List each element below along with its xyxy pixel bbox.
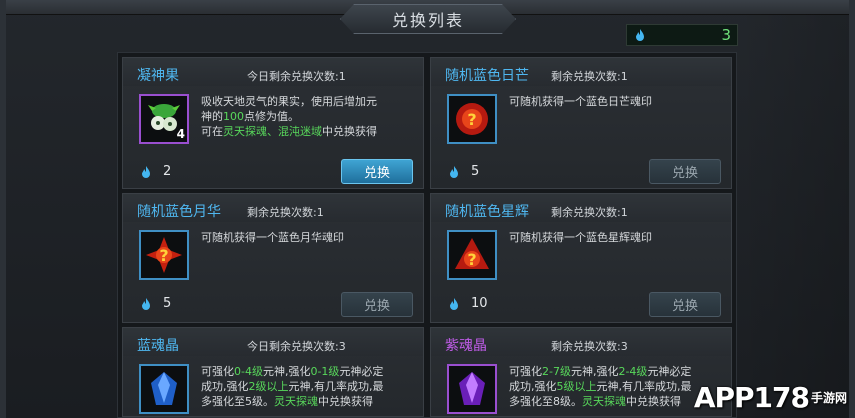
- cost: 10: [447, 296, 488, 311]
- desc-highlight: 0-1级: [310, 365, 340, 378]
- desc-highlight: 灵天探魂: [582, 395, 626, 408]
- desc-text: 可随机获得一个蓝色月华魂印: [201, 231, 344, 244]
- desc-text: 元神,有几率成功,最: [288, 380, 384, 393]
- item-name: 随机蓝色星辉: [445, 204, 529, 220]
- svg-text:?: ?: [467, 250, 476, 269]
- item-name: 蓝魂晶: [137, 338, 179, 354]
- blue-flame-icon: [450, 297, 458, 310]
- desc-text: 成功,强化: [201, 380, 249, 393]
- cost-value: 2: [163, 164, 172, 179]
- red-mystery-star-icon: ?: [146, 237, 182, 273]
- exchange-card: 紫魂晶 剩余兑换次数:3 可强化2-7级元神,强化2-4级元神必定 成功,强化5…: [430, 327, 732, 417]
- exchange-card: 随机蓝色日芒 剩余兑换次数:1 ? 可随机获得一个蓝色日芒魂印 5 兑换: [430, 57, 732, 189]
- window-title: 兑换列表: [391, 11, 464, 30]
- item-description: 可随机获得一个蓝色日芒魂印: [509, 94, 727, 109]
- exchange-card: 凝神果 今日剩余兑换次数:1 4 吸收天地灵气的果实，使用后增加元 神的100点…: [122, 57, 424, 189]
- exchange-card: 随机蓝色星辉 剩余兑换次数:1 ? 可随机获得一个蓝色星辉魂印 10 兑换: [430, 193, 732, 323]
- blue-flame-icon: [450, 165, 458, 178]
- desc-highlight: 灵天探魂、混沌迷域: [223, 125, 322, 138]
- blue-flame-icon: [142, 297, 150, 310]
- exchange-button[interactable]: 兑换: [341, 159, 413, 184]
- exchange-count: 剩余兑换次数:1: [247, 206, 324, 219]
- watermark-subtitle: 手游网: [810, 391, 847, 405]
- item-icon-frame: [447, 364, 497, 414]
- blue-crystal-icon: [151, 372, 177, 405]
- desc-text: 神的: [201, 110, 223, 123]
- item-icon-frame: ?: [447, 230, 497, 280]
- watermark-logo: APP178: [693, 381, 810, 414]
- desc-text: 可随机获得一个蓝色日芒魂印: [509, 95, 652, 108]
- desc-text: 元神,强化: [570, 365, 619, 378]
- exchange-count: 剩余兑换次数:1: [551, 206, 628, 219]
- exchange-button[interactable]: 兑换: [649, 159, 721, 184]
- exchange-count: 剩余兑换次数:1: [551, 70, 628, 83]
- desc-text: 中兑换获得: [318, 395, 373, 408]
- desc-highlight: 2-4级: [618, 365, 648, 378]
- exchange-button[interactable]: 兑换: [649, 292, 721, 317]
- exchange-card: 蓝魂晶 今日剩余兑换次数:3 可强化0-4级元神,强化0-1级元神必定 成功,强…: [122, 327, 424, 417]
- red-mystery-triangle-icon: ?: [455, 238, 489, 269]
- desc-text: 元神必定: [647, 365, 692, 378]
- cost-value: 10: [471, 296, 488, 311]
- red-mystery-orb-icon: ?: [456, 103, 488, 135]
- watermark: APP178 手游网: [694, 381, 847, 414]
- desc-text: 元神,有几率成功,最: [596, 380, 692, 393]
- title-plate: 兑换列表: [340, 4, 516, 34]
- item-description: 吸收天地灵气的果实，使用后增加元 神的100点修为值。 可在灵天探魂、混沌迷域中…: [201, 94, 419, 139]
- item-name: 紫魂晶: [445, 338, 487, 354]
- desc-text: 可随机获得一个蓝色星辉魂印: [509, 231, 652, 244]
- desc-highlight: 0-4级: [234, 365, 263, 378]
- cost-value: 5: [471, 164, 480, 179]
- panel-edge: [739, 14, 849, 418]
- desc-highlight: 2-7级: [542, 365, 571, 378]
- desc-text: 元神,强化: [262, 365, 311, 378]
- desc-text: 点修为值。: [244, 110, 299, 123]
- blue-flame-icon: [142, 165, 150, 178]
- item-icon-frame: ?: [139, 230, 189, 280]
- cost: 5: [447, 164, 479, 179]
- exchange-list[interactable]: 凝神果 今日剩余兑换次数:1 4 吸收天地灵气的果实，使用后增加元 神的100点…: [117, 52, 737, 418]
- cost: 2: [139, 164, 171, 179]
- desc-text: 多强化至8级。: [509, 395, 582, 408]
- desc-text: 中兑换获得: [322, 125, 377, 138]
- item-icon-frame: 4: [139, 94, 189, 144]
- currency-display: 3: [626, 24, 738, 46]
- item-name: 凝神果: [137, 68, 179, 84]
- desc-highlight: 100: [223, 110, 244, 123]
- item-description: 可随机获得一个蓝色星辉魂印: [509, 230, 727, 245]
- desc-text: 吸收天地灵气的果实，使用后增加元: [201, 95, 377, 108]
- item-description: 可强化0-4级元神,强化0-1级元神必定 成功,强化2级以上元神,有几率成功,最…: [201, 364, 419, 409]
- desc-text: 可强化: [201, 365, 234, 378]
- item-icon-frame: ?: [447, 94, 497, 144]
- exchange-count: 今日剩余兑换次数:3: [247, 340, 346, 353]
- cost: 5: [139, 296, 171, 311]
- currency-value: 3: [721, 26, 731, 44]
- item-icon-frame: [139, 364, 189, 414]
- desc-text: 可在: [201, 125, 223, 138]
- svg-text:?: ?: [467, 110, 476, 129]
- desc-highlight: 灵天探魂: [274, 395, 318, 408]
- desc-text: 可强化: [509, 365, 542, 378]
- purple-crystal-icon: [459, 372, 485, 405]
- blue-flame-icon: [636, 29, 644, 41]
- desc-highlight: 5级以上: [556, 380, 597, 393]
- exchange-button[interactable]: 兑换: [341, 292, 413, 317]
- desc-text: 元神必定: [339, 365, 384, 378]
- desc-text: 成功,强化: [509, 380, 557, 393]
- desc-text: 多强化至5级。: [201, 395, 274, 408]
- item-name: 随机蓝色日芒: [445, 68, 529, 84]
- desc-highlight: 2级以上: [248, 380, 289, 393]
- item-name: 随机蓝色月华: [137, 204, 221, 220]
- cost-value: 5: [163, 296, 172, 311]
- svg-text:?: ?: [159, 246, 168, 265]
- desc-text: 中兑换获得: [626, 395, 681, 408]
- exchange-card: 随机蓝色月华 剩余兑换次数:1 ? 可随机获得一个蓝色月华魂印 5 兑换: [122, 193, 424, 323]
- exchange-count: 剩余兑换次数:3: [551, 340, 628, 353]
- exchange-count: 今日剩余兑换次数:1: [247, 70, 346, 83]
- item-quantity: 4: [176, 127, 185, 141]
- item-description: 可随机获得一个蓝色月华魂印: [201, 230, 419, 245]
